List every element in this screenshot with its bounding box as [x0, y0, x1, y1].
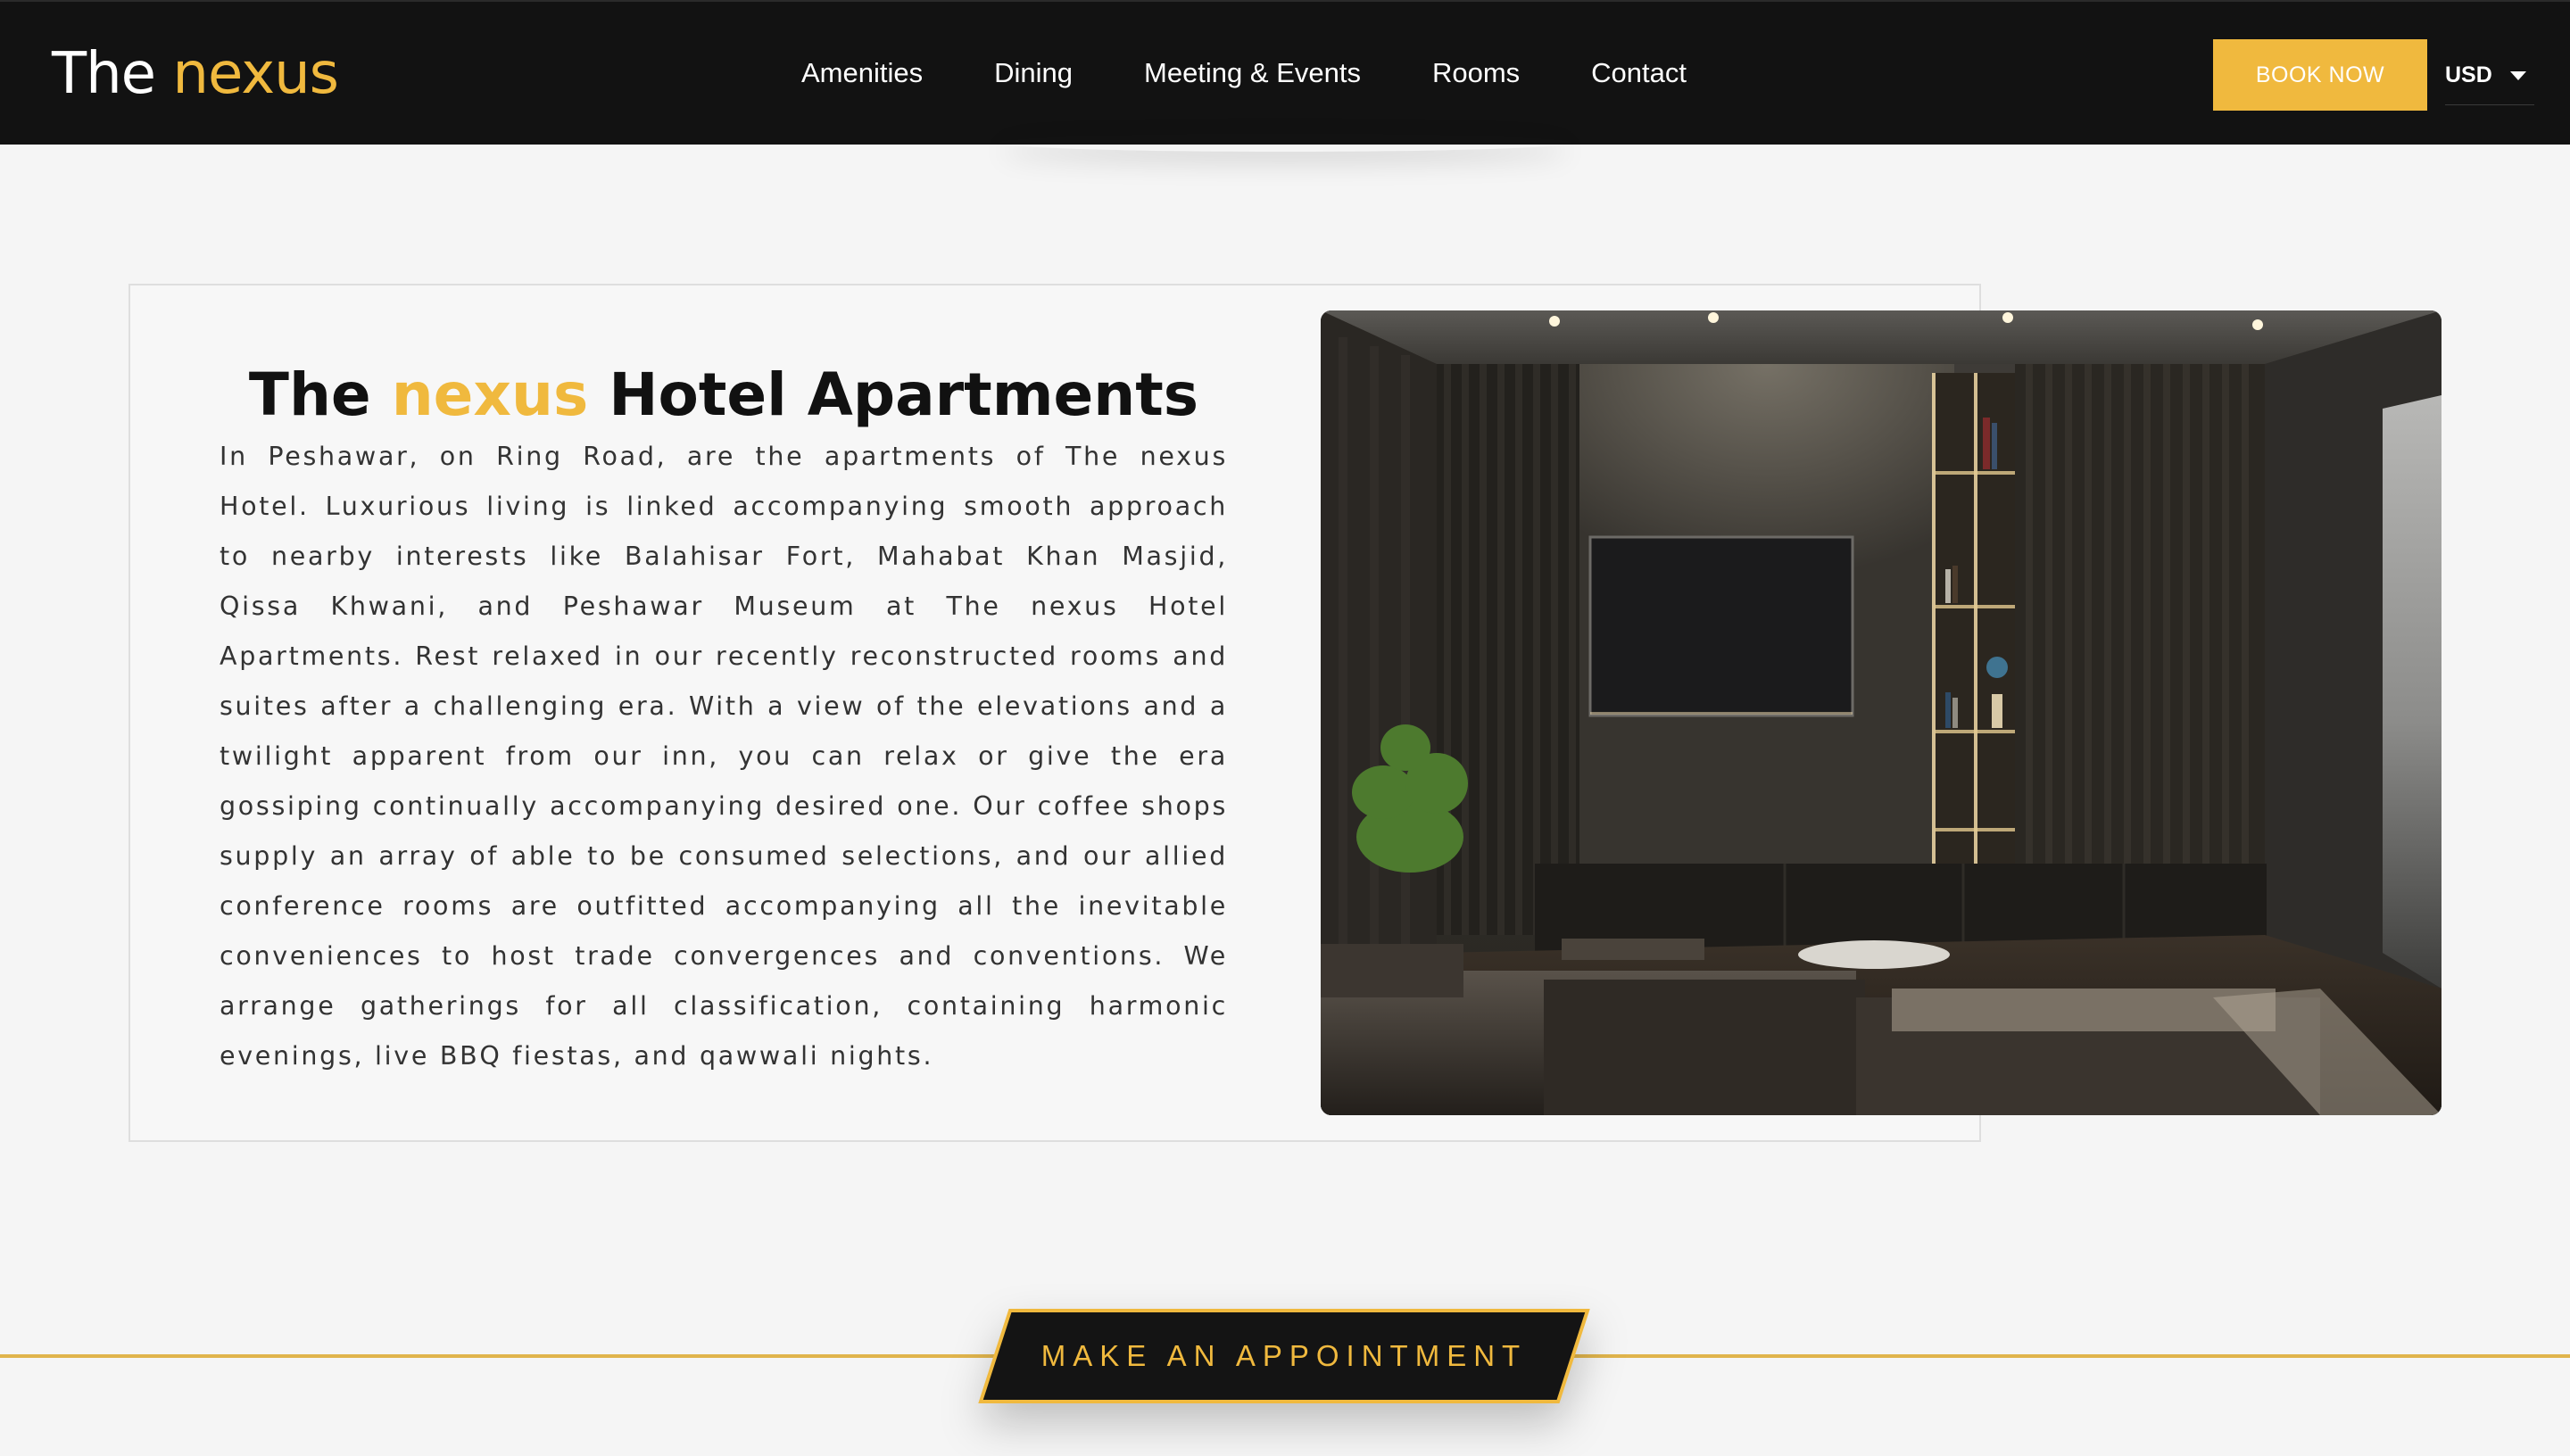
nav-contact[interactable]: Contact: [1591, 51, 1687, 95]
intro-title-accent: nexus: [391, 360, 589, 429]
make-appointment-button[interactable]: MAKE AN APPOINTMENT: [978, 1308, 1590, 1404]
living-room-photo: [1321, 310, 2442, 1115]
currency-value: USD: [2445, 62, 2492, 87]
brand-accent: nexus: [172, 41, 339, 107]
main-nav: Amenities Dining Meeting & Events Rooms …: [801, 51, 1687, 95]
intro-title-rest: Hotel Apartments: [609, 360, 1199, 429]
intro-title: The nexus Hotel Apartments: [220, 357, 1228, 434]
nav-meeting-events[interactable]: Meeting & Events: [1144, 51, 1361, 95]
intro-paragraph: In Peshawar, on Ring Road, are the apart…: [220, 442, 1228, 1071]
page: The nexus Amenities Dining Meeting & Eve…: [0, 0, 2570, 1456]
make-appointment-label: MAKE AN APPOINTMENT: [1040, 1339, 1528, 1372]
nav-dining[interactable]: Dining: [994, 51, 1073, 95]
book-now-button[interactable]: BOOK NOW: [2213, 39, 2427, 111]
room-illustration: [1321, 310, 2442, 1115]
top-navbar: The nexus Amenities Dining Meeting & Eve…: [0, 0, 2570, 145]
brand-logo[interactable]: The nexus: [52, 37, 339, 111]
intro-title-first: The: [248, 360, 371, 429]
header-shadow: [999, 134, 1571, 152]
nav-amenities[interactable]: Amenities: [801, 51, 923, 95]
chevron-down-icon: [2509, 70, 2526, 80]
currency-select[interactable]: USD: [2445, 46, 2534, 105]
brand-first: The: [52, 41, 156, 107]
nav-rooms[interactable]: Rooms: [1432, 51, 1520, 95]
